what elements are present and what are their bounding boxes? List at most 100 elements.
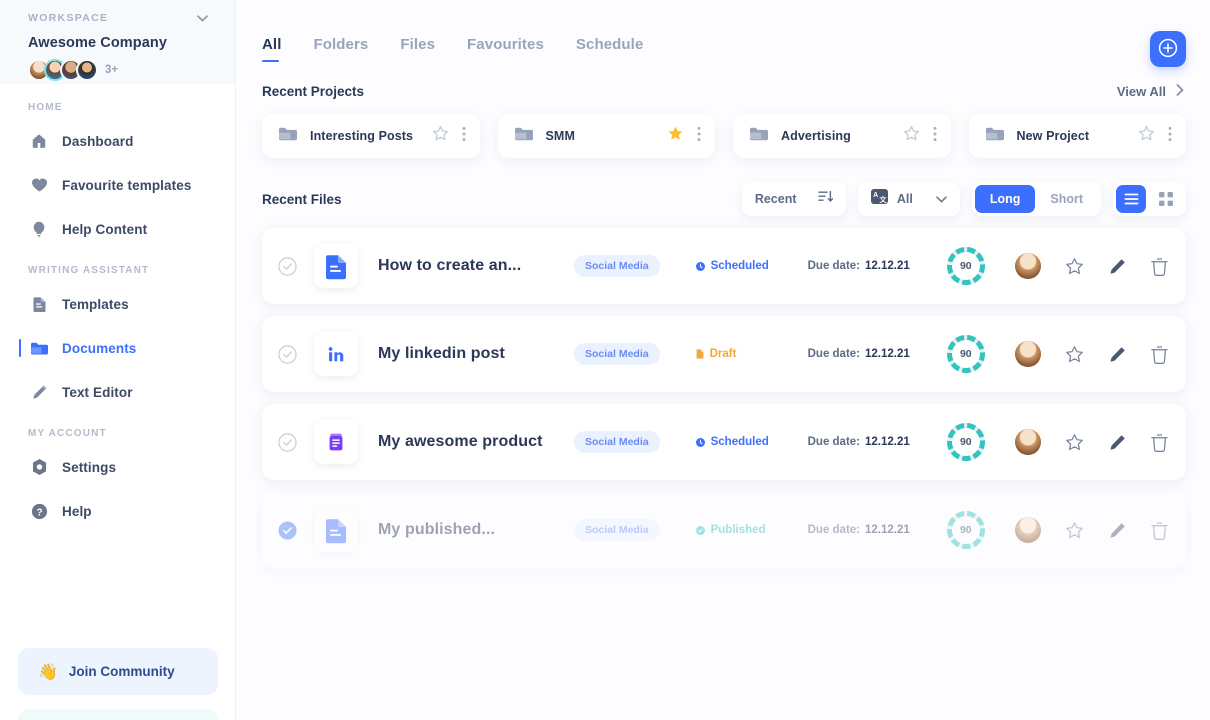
star-icon[interactable] [1065,257,1084,276]
sidebar-item-help[interactable]: ? Help [0,489,235,533]
tab-favourites[interactable]: Favourites [467,36,544,62]
trash-icon[interactable] [1151,345,1168,364]
member-avatars[interactable]: 3+ [28,59,235,81]
blue-document-icon [314,508,358,552]
draft-document-icon [696,349,704,359]
linkedin-icon [314,332,358,376]
pencil-icon[interactable] [1108,345,1127,364]
more-options-icon[interactable] [933,126,937,147]
grid-view-icon[interactable] [1151,185,1181,213]
progress-ring: 90 [946,510,986,550]
file-name: My awesome product [378,433,543,450]
file-name: My published... [378,521,496,538]
star-icon[interactable] [432,125,449,147]
sidebar-item-help-content[interactable]: Help Content [0,207,235,251]
trash-icon[interactable] [1151,521,1168,540]
project-card[interactable]: SMM [497,114,715,158]
status-label: Scheduled [710,260,769,272]
view-mode-toggle [1113,182,1186,216]
sidebar-item-templates[interactable]: Templates [0,282,235,326]
app-root: WORKSPACE Awesome Company 3+ HOME Dashbo… [0,0,1210,720]
sort-control[interactable]: Recent [741,182,846,216]
sidebar-bottom-card[interactable] [18,709,218,720]
folder-icon [749,126,768,147]
chevron-down-icon[interactable] [197,9,208,27]
avatar[interactable] [1015,341,1041,367]
length-option-long[interactable]: Long [974,185,1036,213]
star-icon[interactable] [1065,521,1084,540]
star-icon[interactable] [1065,433,1084,452]
due-date-label: Due date: [807,524,861,536]
more-options-icon[interactable] [1168,126,1172,147]
sidebar-item-settings[interactable]: Settings [0,445,235,489]
project-name: SMM [545,129,575,143]
sidebar-item-label: Documents [62,340,137,356]
workspace-name: Awesome Company [28,35,168,51]
folder-icon [985,126,1004,147]
clock-icon [695,437,705,447]
project-name: Interesting Posts [310,129,414,143]
due-date-label: Due date: [807,260,861,272]
length-option-short[interactable]: Short [1035,185,1098,213]
pencil-icon[interactable] [1108,257,1127,276]
more-options-icon[interactable] [697,126,701,147]
file-tag: Social Media [574,255,660,277]
row-checkbox[interactable] [278,521,297,540]
workspace-selector[interactable]: WORKSPACE [28,9,208,27]
workspace-header[interactable]: WORKSPACE Awesome Company 3+ [0,0,235,84]
tab-files[interactable]: Files [400,36,435,62]
status-badge: Draft [696,348,800,360]
avatar[interactable] [76,59,98,81]
main-content: All Folders Files Favourites Schedule Re… [236,0,1210,720]
sidebar-item-text-editor[interactable]: Text Editor [0,370,235,414]
nav-group-label-my-account: MY ACCOUNT [28,428,107,439]
avatar[interactable] [1015,517,1041,543]
trash-icon[interactable] [1151,257,1168,276]
row-checkbox[interactable] [278,344,297,364]
trash-icon[interactable] [1151,433,1168,452]
star-icon[interactable] [1138,125,1155,147]
due-date-label: Due date: [807,436,861,448]
file-tag: Social Media [574,519,660,541]
language-filter[interactable]: A文 All [857,182,960,216]
project-card[interactable]: Interesting Posts [262,114,480,158]
pencil-icon[interactable] [1108,521,1127,540]
tab-folders[interactable]: Folders [313,36,368,62]
star-icon[interactable] [1065,345,1084,364]
avatar-overflow-count: 3+ [105,64,119,76]
sidebar-item-label: Templates [62,296,129,312]
join-community-button[interactable]: 👋 Join Community [18,648,218,695]
more-options-icon[interactable] [462,126,466,147]
row-checkbox[interactable] [278,256,297,276]
folder-icon [278,126,297,147]
pencil-icon[interactable] [1108,433,1127,452]
row-checkbox[interactable] [278,432,297,452]
sidebar-item-label: Dashboard [62,133,134,149]
avatar[interactable] [1015,429,1041,455]
sidebar-item-documents[interactable]: Documents [0,326,235,370]
table-row[interactable]: How to create an... Social Media Schedul… [262,228,1186,304]
add-button[interactable] [1150,31,1186,67]
project-card[interactable]: Advertising [733,114,951,158]
list-view-icon[interactable] [1116,185,1146,213]
table-row[interactable]: My published... Social Media Published D… [262,492,1186,568]
star-icon[interactable] [903,125,920,147]
sidebar-item-favourite-templates[interactable]: Favourite templates [0,163,235,207]
avatar[interactable] [1015,253,1041,279]
progress-value: 90 [959,348,972,360]
view-all-link[interactable]: View All [1117,84,1184,99]
due-date-value: 12.12.21 [865,436,910,448]
table-row[interactable]: My linkedin post Social Media Draft Due … [262,316,1186,392]
tab-schedule[interactable]: Schedule [576,36,644,62]
sidebar-item-dashboard[interactable]: Dashboard [0,119,235,163]
join-community-label: Join Community [68,664,175,679]
language-label: All [896,192,913,206]
view-all-label: View All [1116,83,1166,99]
star-icon[interactable] [667,125,684,147]
tab-all[interactable]: All [262,36,281,62]
table-row[interactable]: My awesome product Social Media Schedule… [262,404,1186,480]
sidebar-item-label: Favourite templates [62,177,192,193]
project-card[interactable]: New Project [968,114,1186,158]
purple-clipboard-icon [314,420,358,464]
status-badge: Scheduled [695,436,800,448]
